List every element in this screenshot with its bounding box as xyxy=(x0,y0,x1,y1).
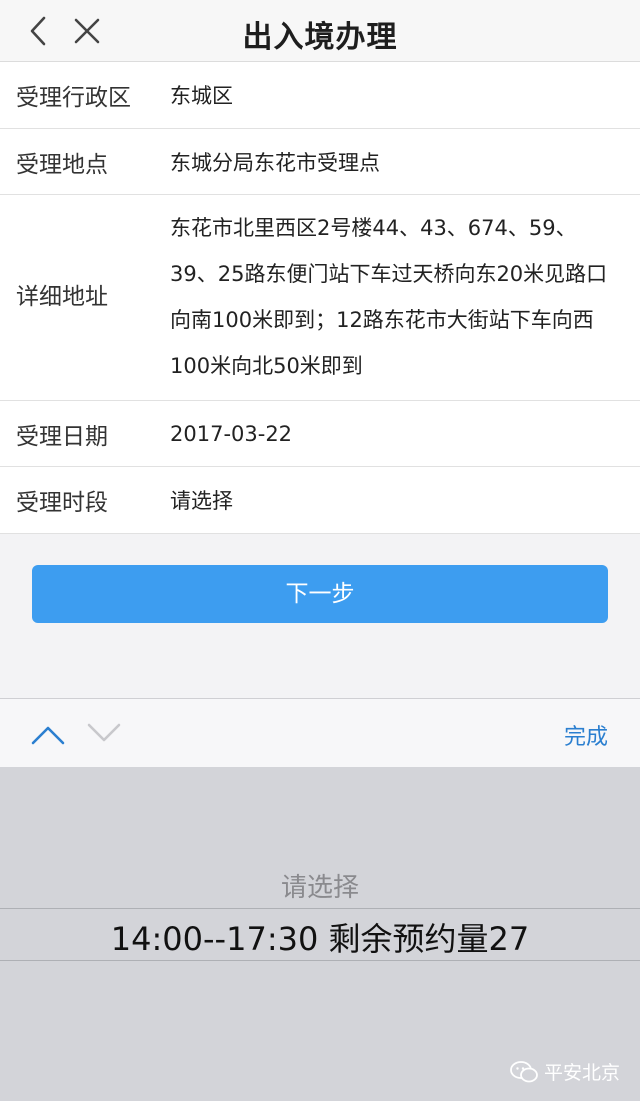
form-row-timeslot[interactable]: 受理时段 请选择 xyxy=(0,467,640,534)
timeslot-select[interactable]: 请选择 xyxy=(170,485,618,515)
page-title: 出入境办理 xyxy=(242,20,398,55)
address-value: 东花市北里西区2号楼44、43、674、59、39、25路东便门站下车过天桥向东… xyxy=(170,216,608,378)
form-row-location: 受理地点 东城分局东花市受理点 xyxy=(0,129,640,195)
done-button[interactable]: 完成 xyxy=(564,719,608,751)
wechat-icon xyxy=(510,1060,538,1082)
location-label: 受理地点 xyxy=(16,151,108,178)
district-label: 受理行政区 xyxy=(16,85,131,111)
watermark: 平安北京 xyxy=(510,1058,620,1085)
form-row-address: 详细地址 东花市北里西区2号楼44、43、674、59、39、25路东便门站下车… xyxy=(0,195,640,401)
watermark-text: 平安北京 xyxy=(543,1062,620,1084)
date-value: 2017-03-22 xyxy=(170,421,293,446)
picker-option[interactable]: 请选择 xyxy=(0,867,640,904)
next-step-button[interactable]: 下一步 xyxy=(32,565,608,623)
picker-option-selected[interactable]: 14:00--17:30 剩余预约量27 xyxy=(0,914,640,960)
form-row-date: 受理日期 2017-03-22 xyxy=(0,401,640,467)
district-value: 东城区 xyxy=(170,84,233,108)
timeslot-label: 受理时段 xyxy=(16,490,108,516)
timeslot-picker[interactable]: 请选择 14:00--17:30 剩余预约量27 平安北京 xyxy=(0,767,640,1101)
picker-toolbar: 完成 xyxy=(0,698,640,767)
nav-bar: 出入境办理 xyxy=(0,0,640,62)
date-label: 受理日期 xyxy=(16,423,108,450)
chevron-down-icon[interactable] xyxy=(86,719,122,749)
location-value: 东城分局东花市受理点 xyxy=(170,150,380,175)
form-row-district: 受理行政区 东城区 xyxy=(0,62,640,129)
appointment-form: 受理行政区 东城区 受理地点 东城分局东花市受理点 详细地址 东花市北里西区2号… xyxy=(0,62,640,534)
address-label: 详细地址 xyxy=(16,284,108,310)
chevron-up-icon[interactable] xyxy=(30,719,66,749)
